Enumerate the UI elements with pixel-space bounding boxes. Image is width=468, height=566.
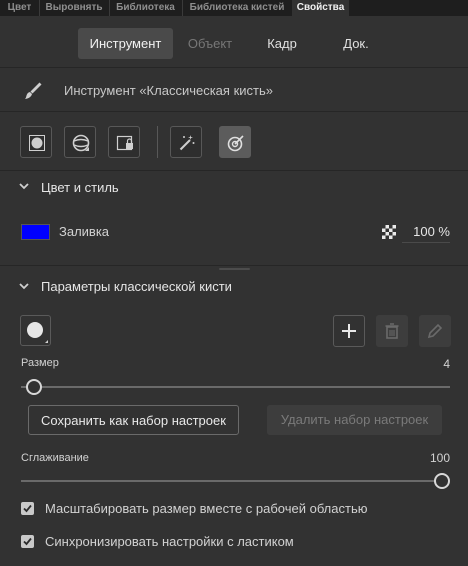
tab-document[interactable]: Док. bbox=[324, 28, 388, 59]
draw-mode-button[interactable] bbox=[20, 126, 52, 158]
trash-icon bbox=[385, 323, 399, 339]
lock-fill-button[interactable] bbox=[108, 126, 140, 158]
size-label: Размер bbox=[21, 357, 59, 369]
divider bbox=[0, 170, 468, 171]
toolbar-separator bbox=[157, 126, 158, 158]
brush-tip-icon bbox=[27, 322, 48, 343]
delete-preset-button[interactable]: Удалить набор настроек bbox=[267, 405, 442, 435]
checkerboard-opacity-icon bbox=[382, 225, 396, 244]
tab-object[interactable]: Объект bbox=[176, 28, 244, 59]
edit-brush-button[interactable] bbox=[419, 315, 451, 347]
plus-icon bbox=[342, 324, 356, 338]
panel-tab-properties[interactable]: Свойства bbox=[292, 0, 349, 16]
smoothing-label: Сглаживание bbox=[21, 452, 89, 464]
smoothing-slider-handle[interactable] bbox=[434, 473, 450, 489]
sync-with-eraser-label: Синхронизировать настройки с ластиком bbox=[45, 534, 294, 549]
size-value[interactable]: 4 bbox=[436, 357, 450, 371]
fill-color-swatch[interactable] bbox=[21, 224, 50, 240]
scale-with-stage-label: Масштабировать размер вместе с рабочей о… bbox=[45, 501, 368, 516]
pressure-target-button[interactable] bbox=[219, 126, 251, 158]
fill-label: Заливка bbox=[59, 224, 110, 239]
add-brush-button[interactable] bbox=[333, 315, 365, 347]
brush-mode-icon bbox=[29, 135, 45, 151]
lock-fill-icon bbox=[116, 135, 133, 151]
divider bbox=[0, 265, 468, 266]
checkmark-icon bbox=[23, 537, 32, 546]
chevron-down-icon[interactable] bbox=[18, 180, 30, 195]
scale-with-stage-checkbox[interactable] bbox=[21, 502, 34, 515]
smoothing-slider-track[interactable] bbox=[21, 480, 441, 482]
delete-brush-button[interactable] bbox=[376, 315, 408, 347]
panel-tab-bar: Цвет Выровнять Библиотека Библиотека кис… bbox=[0, 0, 468, 16]
sync-with-eraser-checkbox[interactable] bbox=[21, 535, 34, 548]
resize-handle[interactable] bbox=[219, 268, 250, 270]
divider bbox=[0, 67, 468, 68]
divider bbox=[0, 111, 468, 112]
panel-tab-color[interactable]: Цвет bbox=[0, 0, 40, 16]
chevron-down-icon[interactable] bbox=[18, 280, 30, 295]
paintbrush-icon bbox=[23, 81, 43, 106]
size-slider-handle[interactable] bbox=[26, 379, 42, 395]
pencil-icon bbox=[427, 323, 443, 339]
brush-shape-selector[interactable] bbox=[20, 315, 51, 346]
panel-tab-brush-library[interactable]: Библиотека кистей bbox=[182, 0, 293, 16]
size-slider-track[interactable] bbox=[21, 386, 450, 388]
save-preset-button[interactable]: Сохранить как набор настроек bbox=[28, 405, 239, 435]
smoothing-value[interactable]: 100 bbox=[420, 451, 450, 465]
checkmark-icon bbox=[23, 504, 32, 513]
section-title-brush-params[interactable]: Параметры классической кисти bbox=[41, 279, 232, 294]
panel-tab-library[interactable]: Библиотека bbox=[109, 0, 183, 16]
fill-opacity-field[interactable]: 100 % bbox=[402, 221, 450, 243]
magic-wand-icon bbox=[179, 135, 195, 151]
target-icon bbox=[227, 135, 244, 152]
stroke-style-button[interactable] bbox=[64, 126, 96, 158]
tool-name: Инструмент «Классическая кисть» bbox=[64, 83, 273, 98]
tab-frame[interactable]: Кадр bbox=[250, 28, 314, 59]
magic-wand-button[interactable] bbox=[170, 126, 202, 158]
panel-tab-align[interactable]: Выровнять bbox=[39, 0, 110, 16]
globe-icon bbox=[72, 134, 90, 152]
section-title-color-style[interactable]: Цвет и стиль bbox=[41, 180, 119, 195]
tab-tool[interactable]: Инструмент bbox=[78, 28, 173, 59]
